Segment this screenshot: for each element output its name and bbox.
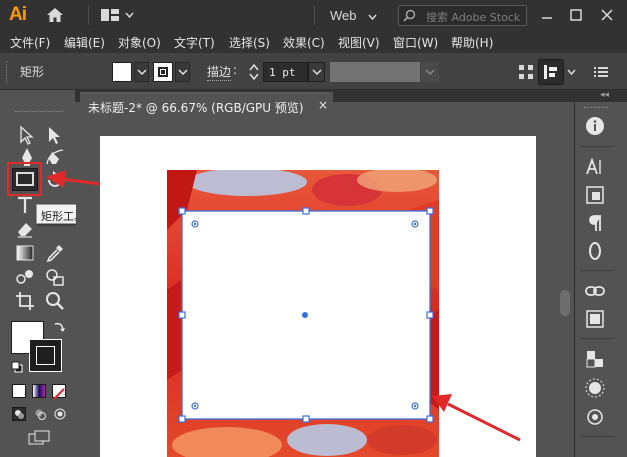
minimize-icon[interactable] (537, 5, 557, 25)
stroke-weight-dropdown[interactable] (308, 62, 325, 82)
drawn-rectangle[interactable] (182, 211, 430, 419)
divider (580, 338, 614, 339)
menu-effect[interactable]: 效果(C) (283, 34, 325, 51)
divider (580, 146, 614, 147)
stroke-colon: : (233, 63, 238, 77)
close-document-icon[interactable]: × (318, 98, 328, 112)
stroke-indicator[interactable] (29, 339, 62, 372)
menu-help[interactable]: 帮助(H) (451, 34, 493, 51)
chevron-down-icon (137, 69, 147, 76)
layers-icon[interactable] (584, 308, 606, 330)
links-icon[interactable] (584, 280, 606, 302)
gradient-tool-icon[interactable] (14, 242, 36, 264)
character-icon[interactable] (584, 156, 606, 178)
control-bar: 矩形 描边 : 1 pt (0, 53, 627, 90)
type-tool-icon[interactable] (14, 194, 36, 216)
draw-behind-icon[interactable] (33, 407, 47, 421)
menu-file[interactable]: 文件(F) (10, 34, 50, 51)
eyedropper-tool-icon[interactable] (44, 242, 66, 264)
curvature-tool-icon[interactable] (44, 146, 66, 168)
rotate-tool-icon[interactable] (44, 168, 66, 190)
variable-width-profile[interactable] (330, 62, 420, 82)
panel-grip[interactable] (584, 107, 608, 110)
shape-builder-tool-icon[interactable] (44, 266, 66, 288)
zoom-tool-icon[interactable] (44, 290, 66, 312)
chevron-down-icon[interactable] (368, 14, 377, 20)
stroke-weight-input[interactable]: 1 pt (263, 62, 308, 82)
menu-object[interactable]: 对象(O) (118, 34, 161, 51)
divider (580, 270, 614, 271)
document-tab[interactable]: 未标题-2* @ 66.67% (RGB/GPU 预览) × (80, 92, 333, 117)
align-grid-icon[interactable] (518, 64, 534, 80)
menu-type[interactable]: 文字(T) (174, 34, 215, 51)
swap-fill-stroke-icon[interactable] (52, 320, 66, 334)
fill-color-swatch[interactable] (112, 62, 132, 82)
search-icon (403, 9, 416, 22)
vertical-scrollbar[interactable] (558, 117, 572, 457)
swatches-icon[interactable] (584, 348, 606, 370)
stroke-dropdown[interactable] (175, 62, 190, 82)
maximize-icon[interactable] (566, 5, 586, 25)
menu-select[interactable]: 选择(S) (229, 34, 270, 51)
properties-icon[interactable] (584, 115, 606, 137)
divider (88, 6, 89, 25)
fill-dropdown[interactable] (134, 62, 149, 82)
none-mode-button[interactable] (52, 384, 66, 400)
menu-bar: 文件(F) 编辑(E) 对象(O) 文字(T) 选择(S) 效果(C) 视图(V… (0, 31, 627, 53)
chevron-down-icon (312, 69, 322, 76)
default-fill-stroke-icon[interactable] (11, 361, 23, 373)
direct-selection-tool-icon[interactable] (44, 124, 66, 146)
app-logo: Ai (9, 4, 27, 25)
stroke-panel-link[interactable]: 描边 (207, 63, 232, 81)
divider (580, 436, 614, 437)
draw-inside-icon[interactable] (53, 407, 67, 421)
draw-normal-icon[interactable] (12, 407, 26, 421)
stroke-color-swatch[interactable] (153, 62, 173, 82)
transform-icon (544, 65, 557, 79)
menu-window[interactable]: 窗口(W) (393, 34, 438, 51)
paragraph-icon[interactable] (584, 212, 606, 234)
chevron-down-icon[interactable] (125, 12, 134, 18)
stroke-weight-stepper[interactable] (246, 62, 262, 82)
chevron-down-icon (178, 69, 188, 76)
transform-options-button[interactable] (538, 59, 564, 85)
menu-view[interactable]: 视图(V) (338, 34, 380, 51)
application-bar: Ai Web 搜索 Adobe Stock (0, 0, 627, 31)
profile-dropdown[interactable] (421, 62, 439, 82)
opentype-icon[interactable] (584, 240, 606, 262)
workspace-switcher[interactable]: Web (330, 8, 357, 23)
chevron-down-icon[interactable] (567, 69, 576, 75)
menu-list-icon[interactable] (593, 64, 609, 80)
home-icon[interactable] (46, 7, 64, 23)
selection-tool-icon[interactable] (16, 124, 38, 146)
symbols-icon[interactable] (584, 377, 606, 399)
artboard-tool-icon[interactable] (14, 290, 36, 312)
selected-object-name: 矩形 (20, 65, 45, 79)
close-icon[interactable] (597, 5, 617, 25)
rectangle-tool-icon (16, 172, 34, 186)
color-mode-button[interactable] (12, 384, 26, 398)
blend-tool-icon[interactable] (14, 266, 36, 288)
eraser-tool-icon[interactable] (14, 218, 36, 240)
chevron-down-icon (425, 69, 435, 76)
scrollbar-thumb[interactable] (560, 290, 570, 316)
divider (314, 6, 315, 25)
collapse-panels-icon[interactable]: ◂◂ (600, 90, 609, 100)
gradient-mode-button[interactable] (32, 384, 46, 398)
brushes-icon[interactable] (584, 406, 606, 428)
none-icon (53, 388, 65, 400)
panel-grip[interactable] (15, 111, 63, 114)
search-placeholder: 搜索 Adobe Stock (426, 11, 521, 24)
screen-mode-icon[interactable] (28, 430, 50, 446)
panel-grip[interactable] (6, 61, 9, 83)
adobe-stock-search[interactable]: 搜索 Adobe Stock (398, 5, 527, 26)
transform-panel-icon[interactable] (584, 184, 606, 206)
menu-edit[interactable]: 编辑(E) (64, 34, 105, 51)
arrange-documents-icon[interactable] (101, 9, 119, 21)
document-title: 未标题-2* @ 66.67% (RGB/GPU 预览) (88, 101, 304, 115)
